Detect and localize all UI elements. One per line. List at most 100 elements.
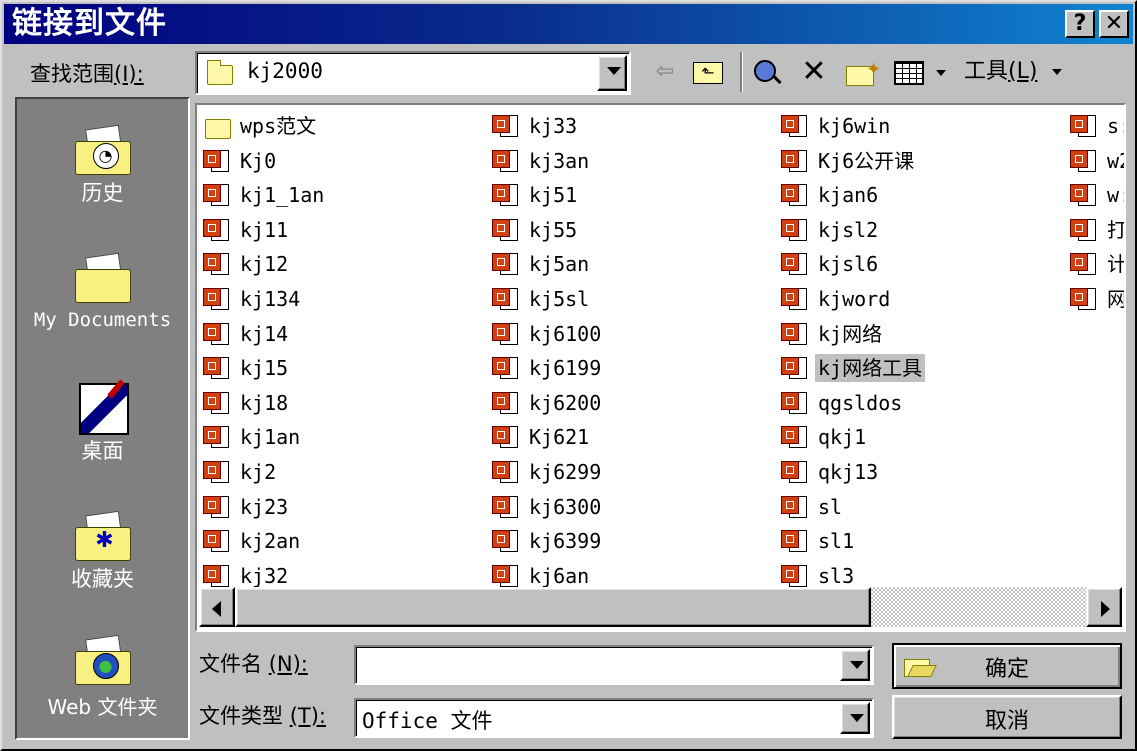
cancel-button[interactable]: 取消 xyxy=(892,695,1122,739)
history-icon: ◔ xyxy=(73,121,133,177)
horizontal-scrollbar[interactable] xyxy=(199,587,1122,627)
file-name: sl1 xyxy=(818,529,855,554)
lookin-dropdown-button[interactable] xyxy=(597,55,627,91)
list-item[interactable]: kj网络 xyxy=(777,317,925,352)
list-item[interactable]: kj12 xyxy=(199,247,327,282)
document-icon xyxy=(203,459,231,485)
place-desktop[interactable]: 桌面 xyxy=(17,379,188,465)
list-item[interactable]: kj1_1an xyxy=(199,178,327,213)
file-name: kj1an xyxy=(240,425,301,450)
up-folder-icon[interactable]: ⬑ xyxy=(690,54,726,90)
list-item[interactable]: wps范文 xyxy=(199,109,327,144)
ok-button[interactable]: 确定 xyxy=(892,643,1122,689)
filename-label: 文件名 xyxy=(199,652,262,676)
list-item[interactable]: kj1an xyxy=(199,420,327,455)
list-item[interactable]: kj5an xyxy=(488,247,604,282)
file-list[interactable]: wps范文 Kj0 kj1_1an kj11 kj12 kj134 kj14 k… xyxy=(197,105,1124,630)
place-history[interactable]: ◔ 历史 xyxy=(17,121,188,207)
list-item[interactable]: kjan6 xyxy=(777,178,925,213)
file-name: kjsl6 xyxy=(818,252,879,277)
list-item[interactable]: kj3an xyxy=(488,144,604,179)
list-item[interactable]: Kj6公开课 xyxy=(777,144,925,179)
list-item[interactable]: 网 xyxy=(1066,282,1124,317)
list-item[interactable]: kjsl6 xyxy=(777,247,925,282)
search-web-icon[interactable] xyxy=(750,54,786,90)
delete-icon[interactable]: ✕ xyxy=(796,54,832,90)
list-item[interactable]: kj6199 xyxy=(488,351,604,386)
list-item[interactable]: kj6300 xyxy=(488,490,604,525)
file-column-1: wps范文 Kj0 kj1_1an kj11 kj12 kj134 kj14 k… xyxy=(199,109,327,593)
file-name: kj6100 xyxy=(529,321,602,346)
list-item[interactable]: kj2 xyxy=(199,455,327,490)
list-item[interactable]: w: xyxy=(1066,178,1124,213)
scroll-right-button[interactable] xyxy=(1086,587,1122,627)
new-folder-icon[interactable]: ✦ xyxy=(842,54,882,90)
list-item[interactable]: kjword xyxy=(777,282,925,317)
tools-hotkey: (L) xyxy=(1008,59,1038,84)
help-button[interactable]: ? xyxy=(1065,10,1095,38)
file-name: kj1_1an xyxy=(240,183,325,208)
file-name: kj网络 xyxy=(818,321,883,346)
list-item[interactable]: kj6100 xyxy=(488,317,604,352)
file-name: kj6300 xyxy=(529,494,602,519)
document-icon xyxy=(781,563,809,589)
scroll-left-button[interactable] xyxy=(199,587,235,627)
list-item[interactable]: kj11 xyxy=(199,213,327,248)
filetype-label-group: 文件类型 (T): xyxy=(199,700,326,730)
file-column-4: s: w2 w: 打 计 网 xyxy=(1066,109,1124,317)
document-icon xyxy=(1070,217,1098,243)
list-item[interactable]: kj6299 xyxy=(488,455,604,490)
list-item[interactable]: kj18 xyxy=(199,386,327,421)
filename-dropdown-button[interactable] xyxy=(840,649,870,681)
list-item[interactable]: Kj621 xyxy=(488,420,604,455)
list-item[interactable]: qgsldos xyxy=(777,386,925,421)
document-icon xyxy=(203,563,231,589)
list-item[interactable]: kj23 xyxy=(199,490,327,525)
folder-icon xyxy=(207,60,233,85)
file-name: kj6200 xyxy=(529,390,602,415)
back-icon[interactable]: ⇦ xyxy=(648,54,682,90)
document-icon xyxy=(203,251,231,277)
close-button[interactable]: ✕ xyxy=(1099,10,1129,38)
list-item[interactable]: qkj13 xyxy=(777,455,925,490)
web-folders-icon: ● xyxy=(73,631,133,687)
list-item[interactable]: w2 xyxy=(1066,144,1124,179)
place-favorites[interactable]: ✱ 收藏夹 xyxy=(17,507,188,593)
file-name: kj51 xyxy=(529,183,578,208)
list-item[interactable]: Kj0 xyxy=(199,144,327,179)
list-item-selected[interactable]: kj网络工具 xyxy=(777,351,926,386)
list-item[interactable]: kj15 xyxy=(199,351,327,386)
scrollbar-thumb[interactable] xyxy=(235,587,871,627)
document-icon xyxy=(492,563,520,589)
list-item[interactable]: kj5sl xyxy=(488,282,604,317)
list-item[interactable]: kjsl2 xyxy=(777,213,925,248)
list-item[interactable]: sl1 xyxy=(777,524,925,559)
list-item[interactable]: qkj1 xyxy=(777,420,925,455)
filetype-combobox[interactable]: Office 文件 xyxy=(354,698,874,738)
filename-combobox[interactable] xyxy=(354,645,874,685)
list-item[interactable]: sl xyxy=(777,490,925,525)
filetype-dropdown-button[interactable] xyxy=(840,702,870,734)
file-name: kj5an xyxy=(529,252,590,277)
place-my-documents[interactable]: My Documents xyxy=(17,249,188,331)
list-item[interactable]: 计 xyxy=(1066,247,1124,282)
list-item[interactable]: kj14 xyxy=(199,317,327,352)
list-item[interactable]: kj6win xyxy=(777,109,925,144)
list-item[interactable]: kj51 xyxy=(488,178,604,213)
list-item[interactable]: kj6200 xyxy=(488,386,604,421)
document-icon xyxy=(492,286,520,312)
title-bar[interactable]: 链接到文件 ? ✕ xyxy=(4,4,1133,44)
views-icon[interactable] xyxy=(890,54,946,90)
file-name: kj14 xyxy=(240,321,289,346)
list-item[interactable]: kj2an xyxy=(199,524,327,559)
list-item[interactable]: s: xyxy=(1066,109,1124,144)
lookin-combobox[interactable]: kj2000 xyxy=(195,51,631,95)
list-item[interactable]: kj6399 xyxy=(488,524,604,559)
place-web-folders[interactable]: ● Web 文件夹 xyxy=(17,631,188,720)
folder-icon xyxy=(203,113,231,139)
list-item[interactable]: kj134 xyxy=(199,282,327,317)
tools-menu-button[interactable]: 工具(L) xyxy=(964,54,1084,90)
list-item[interactable]: 打 xyxy=(1066,213,1124,248)
list-item[interactable]: kj55 xyxy=(488,213,604,248)
list-item[interactable]: kj33 xyxy=(488,109,604,144)
